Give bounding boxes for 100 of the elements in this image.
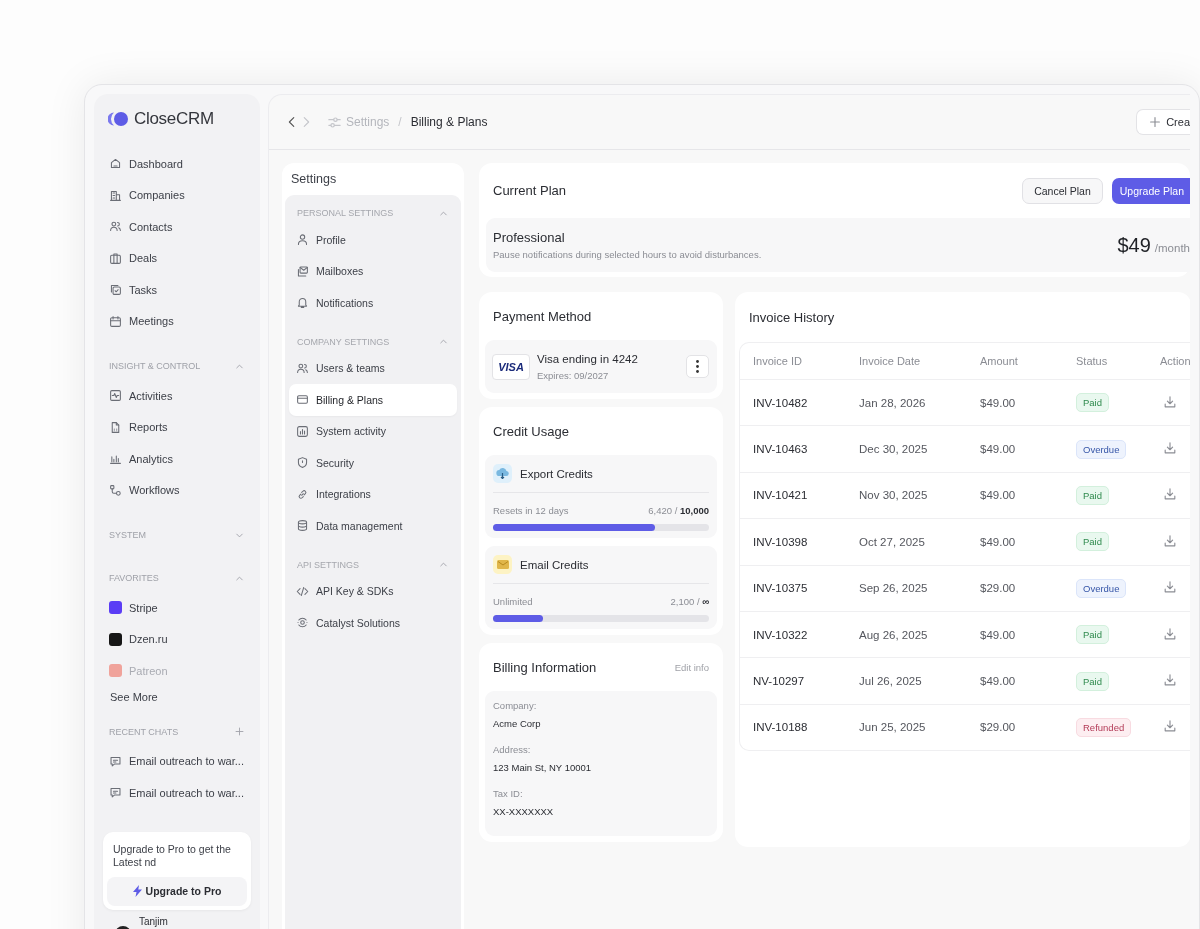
download-icon[interactable] [1163, 719, 1177, 734]
shield-icon [296, 456, 309, 470]
breadcrumb-separator: / [398, 115, 402, 129]
nav-item[interactable]: Meetings [103, 305, 251, 337]
briefcase-icon [109, 251, 122, 265]
more-icon [696, 360, 699, 373]
link-icon [296, 487, 309, 501]
see-more-link[interactable]: See More [103, 686, 251, 703]
column-header: Invoice ID [753, 355, 803, 367]
table-cell-text: $49.00 [980, 443, 1017, 456]
download-icon[interactable] [1163, 580, 1177, 595]
table-cell-text: Nov 30, 2025 [859, 489, 929, 502]
section-heading: SYSTEM [109, 530, 146, 540]
menu-item[interactable]: System activity [289, 415, 457, 447]
field-label: Company: [493, 700, 538, 711]
section-heading: FAVORITES [109, 573, 159, 583]
credit-card-icon [296, 393, 309, 407]
menu-item[interactable]: Integrations [289, 478, 457, 510]
credit-name: Export Credits [520, 467, 593, 480]
download-icon[interactable] [1163, 487, 1177, 502]
table-cell-text: $29.00 [980, 721, 1017, 734]
create-button[interactable]: Crea [1136, 109, 1190, 135]
table-cell-text: INV-10322 [753, 628, 809, 641]
card-title: Invoice History [749, 309, 835, 325]
nav-item[interactable]: Contacts [103, 211, 251, 243]
plan-name: Professional [493, 230, 566, 245]
nav-item[interactable]: Tasks [103, 274, 251, 306]
price: $49 [1117, 233, 1151, 257]
breadcrumb-item: Billing & Plans [410, 115, 488, 129]
table-cell-text: INV-10398 [753, 535, 809, 548]
download-icon[interactable] [1163, 626, 1177, 641]
panel-heading: Settings [290, 171, 338, 188]
menu-item[interactable]: API Key & SDKs [289, 575, 457, 607]
card-number: Visa ending in 4242 [537, 352, 638, 365]
table-cell-text: $49.00 [980, 396, 1017, 409]
menu-item[interactable]: Billing & Plans [289, 384, 457, 416]
field-value: 123 Main St, NY 10001 [493, 762, 593, 773]
house-icon [109, 157, 122, 171]
table-cell-text: Jul 26, 2025 [859, 675, 923, 688]
nav-item[interactable]: Companies [103, 179, 251, 211]
more-button[interactable] [686, 355, 709, 378]
price-period: /month [1154, 242, 1190, 254]
status-badge: Overdue [1076, 439, 1127, 459]
upgrade-button[interactable]: Upgrade to Pro [107, 876, 247, 906]
favorite-item[interactable]: Dzen.ru [103, 623, 251, 655]
chat-icon [109, 786, 122, 800]
menu-item[interactable]: Profile [289, 224, 457, 256]
download-icon[interactable] [1163, 533, 1177, 548]
field-label: Address: [493, 744, 532, 755]
logo-text: CloseCRM [134, 109, 214, 129]
column-header: Amount [980, 355, 1019, 367]
chat-item[interactable]: Email outreach to war... [103, 777, 251, 809]
nav-item[interactable]: Dashboard [103, 148, 251, 180]
column-header: Action [1160, 355, 1190, 367]
menu-item[interactable]: Data management [289, 510, 457, 542]
upgrade-text: Upgrade to Pro to get the Latest nd [112, 842, 232, 869]
people-icon [109, 220, 122, 234]
upgrade-plan-button[interactable]: Upgrade Plan [1111, 177, 1190, 204]
table-cell-text: NV-10297 [753, 675, 806, 688]
person-icon [296, 233, 309, 247]
table-cell-text: $49.00 [980, 535, 1017, 548]
menu-item[interactable]: Security [289, 447, 457, 479]
card-title: Current Plan [493, 183, 566, 198]
table-cell-text: $49.00 [980, 489, 1017, 502]
menu-item[interactable]: Mailboxes [289, 255, 457, 287]
download-icon[interactable] [1163, 441, 1177, 456]
nav-item[interactable]: Activities [103, 380, 251, 412]
table-cell-text: Sep 26, 2025 [859, 582, 929, 595]
download-icon[interactable] [1163, 673, 1177, 688]
plan-description: Pause notifications during selected hours to avoid disturbances. [493, 249, 762, 260]
status-badge: Paid [1076, 393, 1109, 413]
status-badge: Paid [1076, 485, 1109, 505]
code-icon [296, 584, 309, 598]
chat-item[interactable]: Email outreach to war... [103, 745, 251, 777]
nav-item[interactable]: Workflows [103, 474, 251, 506]
table-cell-text: INV-10482 [753, 396, 809, 409]
group-heading: API SETTINGS [297, 559, 359, 570]
menu-item[interactable]: Catalyst Solutions [289, 607, 457, 639]
lightning-icon [132, 885, 142, 897]
group-heading: COMPANY SETTINGS [297, 336, 390, 347]
card-expiry: Expires: 09/2027 [537, 369, 610, 381]
plus-icon [1148, 115, 1163, 129]
favorite-item[interactable]: Stripe [103, 592, 251, 624]
nav-item[interactable]: Analytics [103, 443, 251, 475]
menu-item[interactable]: Users & teams [289, 352, 457, 384]
card-title: Credit Usage [493, 423, 569, 439]
download-icon[interactable] [1163, 394, 1177, 409]
table-cell-text: $49.00 [980, 675, 1017, 688]
column-header: Status [1076, 355, 1109, 367]
table-cell-text: $29.00 [980, 582, 1017, 595]
table-cell-text: $49.00 [980, 628, 1017, 641]
nav-item[interactable]: Reports [103, 411, 251, 443]
activity-icon [109, 389, 122, 403]
credit-note: Unlimited [493, 596, 533, 607]
menu-item[interactable]: Notifications [289, 287, 457, 319]
section-heading: INSIGHT & CONTROL [109, 361, 201, 371]
table-cell-text: Dec 30, 2025 [859, 443, 929, 456]
bell-icon [296, 296, 309, 310]
cancel-plan-button[interactable]: Cancel Plan [1022, 177, 1103, 204]
nav-item[interactable]: Deals [103, 242, 251, 274]
